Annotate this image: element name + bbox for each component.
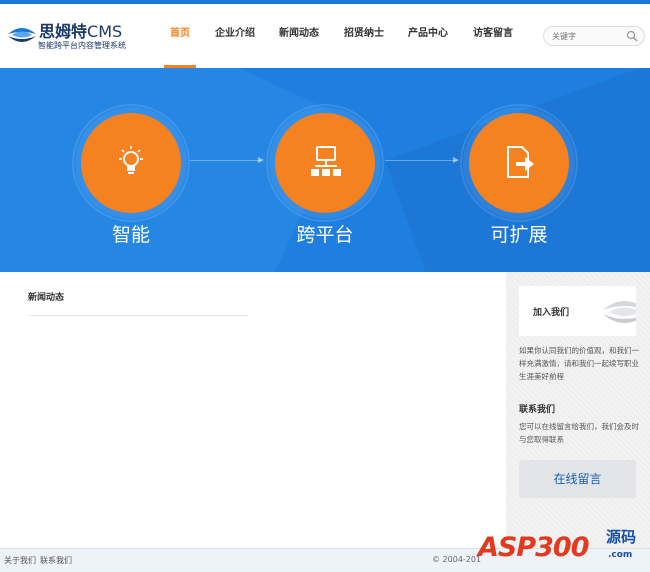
nav-item-news[interactable]: 新闻动态 [278, 4, 320, 68]
footer-link-contact[interactable]: 联系我们 [40, 555, 72, 566]
watermark-cn: 源码 [606, 528, 637, 546]
feature-label: 跨平台 [296, 224, 354, 246]
online-message-button[interactable]: 在线留言 [519, 460, 636, 498]
nav-item-about[interactable]: 企业介绍 [214, 4, 256, 68]
feature-circle [81, 113, 181, 213]
feature-circle [469, 113, 569, 213]
search-input[interactable] [552, 29, 626, 43]
network-icon [311, 146, 341, 176]
sidebar: 加入我们 如果你认同我们的价值观，和我们一样充满激情，请和我们一起续写职业生涯美… [506, 272, 650, 548]
copyright-text: © 2004-201 [432, 555, 482, 564]
feature-label: 可扩展 [490, 224, 548, 246]
nav-item-guestbook[interactable]: 访客留言 [472, 4, 514, 68]
contact-us-text: 您可以在线留言给我们，我们会及时与您取得联系 [519, 422, 639, 444]
join-us-title: 加入我们 [533, 308, 570, 318]
footer-link-about[interactable]: 关于我们 [4, 555, 36, 566]
watermark-url: .com [608, 550, 633, 560]
contact-us-title: 联系我们 [519, 405, 556, 415]
document-arrow-icon [507, 146, 534, 178]
feature-label: 智能 [111, 224, 150, 246]
divider [28, 315, 248, 316]
site-logo[interactable]: 思姆特CMS 智能跨平台内容管理系统 [6, 18, 166, 58]
logo-watermark-icon [603, 301, 636, 323]
logo-subtitle: 智能跨平台内容管理系统 [38, 41, 126, 50]
nav-item-jobs[interactable]: 招贤纳士 [343, 4, 385, 68]
nav-item-products[interactable]: 产品中心 [407, 4, 449, 68]
search-box [543, 26, 645, 46]
site-header: 思姆特CMS 智能跨平台内容管理系统 首页 企业介绍 新闻动态 招贤纳士 产品中… [0, 4, 650, 68]
join-us-text: 如果你认同我们的价值观，和我们一样充满激情，请和我们一起续写职业生涯美好前程 [519, 346, 639, 381]
feature-smart: 智能 [54, 68, 204, 272]
site-watermark: ASP300 源码 .com [478, 522, 650, 572]
lightbulb-icon [119, 146, 143, 174]
join-us-box[interactable]: 加入我们 [519, 286, 636, 336]
hero-banner: 智能 跨平台 可扩展 [0, 68, 650, 272]
logo-mark-icon [8, 28, 36, 42]
watermark-text: ASP300 [478, 532, 589, 563]
feature-circle [275, 113, 375, 213]
feature-cross-platform: 跨平台 [248, 68, 398, 272]
logo-title: 思姆特CMS [39, 22, 123, 41]
feature-extensible: 可扩展 [442, 68, 592, 272]
search-icon[interactable] [626, 30, 638, 42]
nav-item-home[interactable]: 首页 [164, 4, 196, 68]
news-section-title: 新闻动态 [28, 293, 65, 303]
